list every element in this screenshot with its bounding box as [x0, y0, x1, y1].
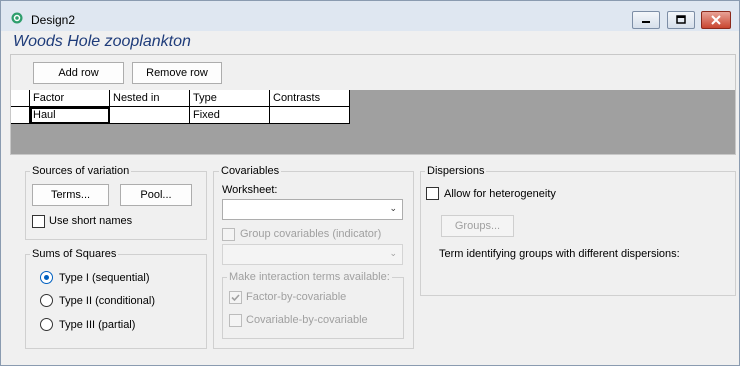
close-icon	[711, 15, 721, 25]
chevron-down-icon: ⌄	[389, 203, 397, 213]
dispersions-title: Dispersions	[425, 165, 487, 177]
type-ii-label: Type II (conditional)	[59, 295, 155, 307]
title-bar[interactable]: Design2	[1, 1, 739, 31]
table-cell-contrasts[interactable]	[270, 107, 350, 124]
design-window: Design2 Woods Hole zooplankton Add row R…	[0, 0, 740, 366]
column-header-contrasts[interactable]: Contrasts	[270, 90, 350, 107]
worksheet-label: Worksheet:	[222, 184, 278, 196]
type-i-radio[interactable]	[40, 271, 53, 284]
use-short-names-checkbox[interactable]	[32, 215, 45, 228]
factor-table: Factor Nested in Type Contrasts Haul Fix…	[10, 90, 736, 155]
column-header-factor[interactable]: Factor	[30, 90, 110, 107]
group-covariables-label: Group covariables (indicator)	[240, 228, 382, 240]
pool-button[interactable]: Pool...	[120, 184, 192, 206]
checkmark-icon	[231, 294, 240, 302]
factor-by-covariable-label: Factor-by-covariable	[246, 291, 347, 303]
app-logo-icon	[11, 12, 23, 24]
interaction-terms-group	[222, 277, 404, 339]
allow-heterogeneity-checkbox[interactable]	[426, 187, 439, 200]
table-cell-nested-in[interactable]	[110, 107, 190, 124]
groups-button[interactable]: Groups...	[441, 215, 514, 237]
sums-of-squares-title: Sums of Squares	[30, 248, 119, 260]
interaction-terms-title: Make interaction terms available:	[227, 271, 392, 283]
group-covariables-select[interactable]: ⌄	[222, 244, 403, 265]
type-ii-radio[interactable]	[40, 294, 53, 307]
sources-of-variation-title: Sources of variation	[30, 165, 132, 177]
terms-button[interactable]: Terms...	[32, 184, 109, 206]
column-header-type[interactable]: Type	[190, 90, 270, 107]
table-cell-factor[interactable]: Haul	[30, 107, 110, 124]
window-title: Design2	[31, 13, 76, 27]
type-iii-radio[interactable]	[40, 318, 53, 331]
table-toolbar: Add row Remove row	[10, 54, 736, 91]
maximize-icon	[676, 15, 686, 24]
covariable-by-covariable-label: Covariable-by-covariable	[246, 314, 368, 326]
remove-row-button[interactable]: Remove row	[132, 62, 222, 84]
table-cell-type[interactable]: Fixed	[190, 107, 270, 124]
maximize-button[interactable]	[667, 11, 695, 29]
covariable-by-covariable-checkbox[interactable]	[229, 314, 242, 327]
add-row-button[interactable]: Add row	[33, 62, 124, 84]
term-groups-label: Term identifying groups with different d…	[439, 248, 680, 260]
type-i-label: Type I (sequential)	[59, 272, 150, 284]
worksheet-select[interactable]: ⌄	[222, 199, 403, 220]
factor-by-covariable-checkbox[interactable]	[229, 291, 242, 304]
use-short-names-label: Use short names	[49, 215, 133, 227]
covariables-title: Covariables	[219, 165, 282, 177]
column-header-nested-in[interactable]: Nested in	[110, 90, 190, 107]
group-covariables-checkbox[interactable]	[222, 228, 235, 241]
close-button[interactable]	[701, 11, 731, 29]
design-subtitle: Woods Hole zooplankton	[13, 33, 191, 50]
minimize-button[interactable]	[632, 11, 660, 29]
chevron-down-icon: ⌄	[389, 248, 397, 258]
minimize-icon	[642, 21, 650, 23]
type-iii-label: Type III (partial)	[59, 319, 136, 331]
allow-heterogeneity-label: Allow for heterogeneity	[444, 188, 556, 200]
row-header[interactable]	[11, 107, 30, 124]
table-corner	[11, 90, 30, 107]
